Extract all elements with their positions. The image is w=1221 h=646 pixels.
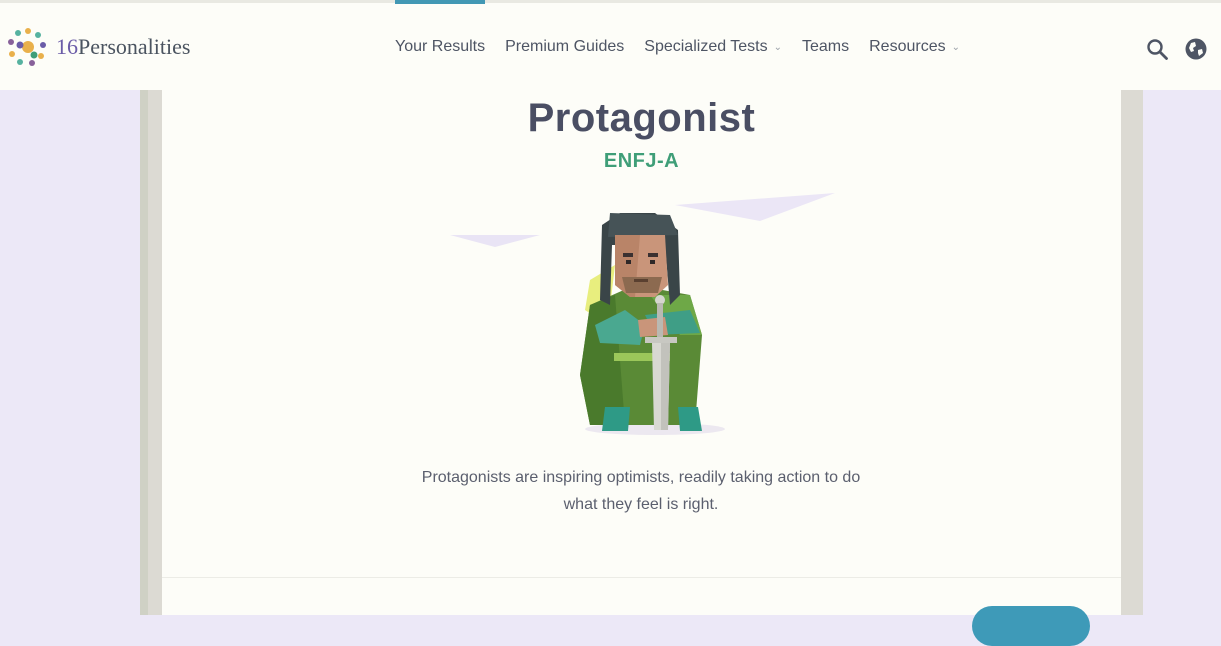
globe-icon[interactable] <box>1184 37 1208 61</box>
personality-title: Protagonist <box>527 96 756 140</box>
site-header: 16Personalities Your Results Premium Gui… <box>0 0 1221 90</box>
nav-label: Your Results <box>395 37 486 55</box>
nav-label: Premium Guides <box>505 37 625 55</box>
logo-number: 16 <box>56 34 78 59</box>
logo-text: 16Personalities <box>56 34 190 60</box>
nav-label: Teams <box>802 37 850 55</box>
nav-specialized-tests[interactable]: Specialized Tests ⌄ <box>634 3 792 90</box>
card-divider <box>162 577 1121 578</box>
nav-label: Resources <box>869 37 946 55</box>
nav-label: Specialized Tests <box>644 37 768 55</box>
chevron-down-icon: ⌄ <box>951 42 960 53</box>
nav-teams[interactable]: Teams <box>792 3 859 90</box>
personality-code: ENFJ-A <box>603 150 680 172</box>
personality-description: Protagonists are inspiring optimists, re… <box>421 469 861 513</box>
site-logo[interactable]: 16Personalities <box>6 25 190 69</box>
nav-premium-guides[interactable]: Premium Guides <box>495 3 634 90</box>
nav-your-results[interactable]: Your Results <box>385 0 495 90</box>
search-icon[interactable] <box>1145 37 1169 61</box>
chevron-down-icon: ⌄ <box>773 42 782 53</box>
main-nav: Your Results Premium Guides Specialized … <box>385 0 970 90</box>
logo-word: Personalities <box>78 34 191 59</box>
protagonist-illustration <box>450 193 835 435</box>
nav-resources[interactable]: Resources ⌄ <box>859 3 970 90</box>
cta-button[interactable] <box>972 606 1090 646</box>
logo-dots-icon <box>8 28 46 66</box>
